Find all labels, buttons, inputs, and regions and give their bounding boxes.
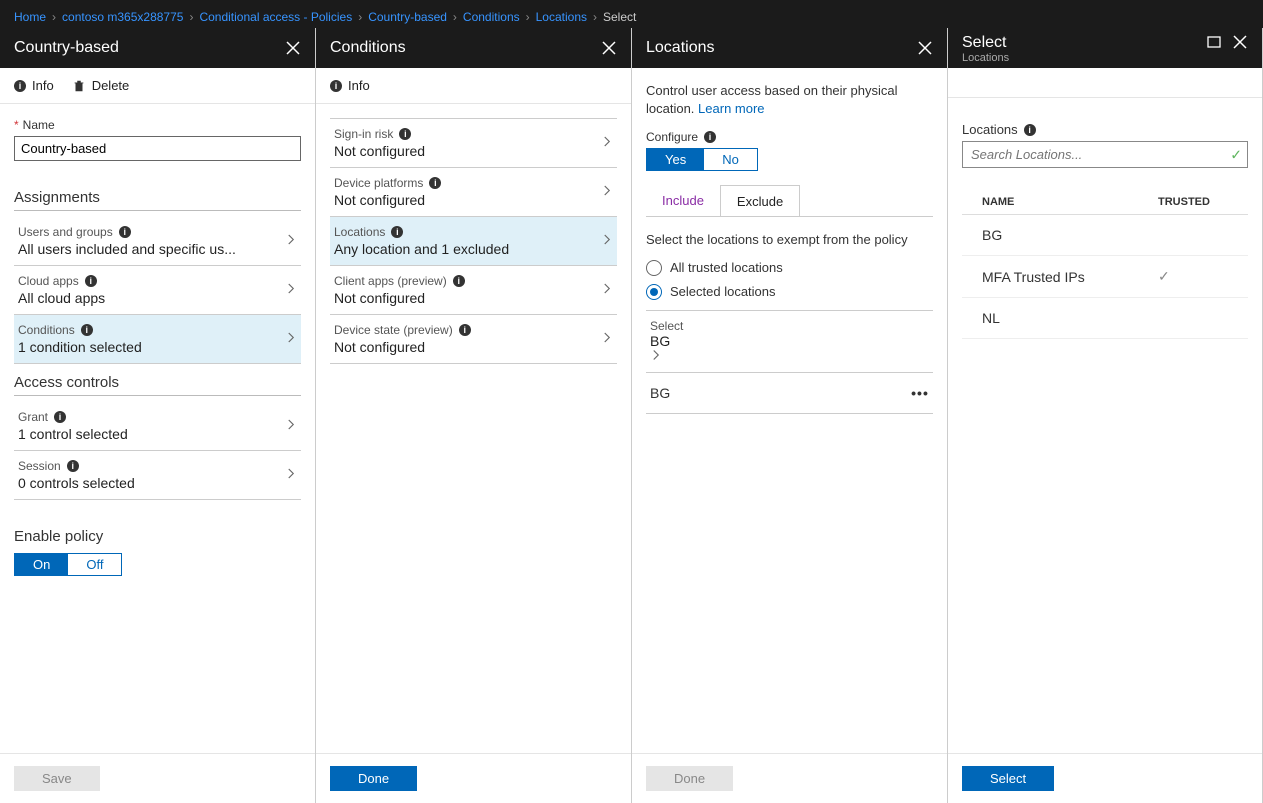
locations-description: Control user access based on their physi… [646, 82, 933, 118]
breadcrumb-link[interactable]: Home [14, 10, 46, 24]
close-icon[interactable] [285, 40, 301, 56]
enable-policy-label: Enable policy [14, 528, 301, 545]
search-locations-input[interactable] [962, 141, 1248, 168]
close-icon[interactable] [1232, 34, 1248, 50]
info-icon: i [429, 177, 441, 189]
selected-location-item: BG ••• [646, 373, 933, 414]
location-row[interactable]: NL [962, 298, 1248, 339]
tab-include[interactable]: Include [646, 185, 720, 217]
row-client-apps[interactable]: Client apps (preview)i Not configured [330, 266, 617, 315]
exclude-instruction: Select the locations to exempt from the … [646, 231, 933, 249]
breadcrumb-link[interactable]: Conditions [463, 10, 520, 24]
chevron-right-icon [601, 136, 613, 151]
row-device-state[interactable]: Device state (preview)i Not configured [330, 315, 617, 364]
row-locations[interactable]: Locationsi Any location and 1 excluded [330, 217, 617, 266]
chevron-right-icon [601, 283, 613, 298]
info-icon: i [14, 80, 26, 92]
chevron-right-icon [285, 419, 297, 434]
learn-more-link[interactable]: Learn more [698, 101, 764, 116]
info-icon: i [67, 460, 79, 472]
chevron-right-icon [601, 332, 613, 347]
info-icon: i [704, 131, 716, 143]
info-icon: i [81, 324, 93, 336]
more-icon[interactable]: ••• [911, 385, 929, 401]
radio-all-trusted[interactable]: All trusted locations [646, 260, 933, 276]
info-icon: i [453, 275, 465, 287]
info-icon: i [1024, 124, 1036, 136]
tab-exclude[interactable]: Exclude [720, 185, 800, 217]
configure-toggle[interactable]: Yes No [646, 148, 758, 171]
info-icon: i [459, 324, 471, 336]
name-input[interactable] [14, 136, 301, 161]
breadcrumb-link[interactable]: Country-based [368, 10, 447, 24]
done-button[interactable]: Done [330, 766, 417, 791]
info-icon: i [399, 128, 411, 140]
breadcrumb-link[interactable]: Conditional access - Policies [199, 10, 352, 24]
select-locations-row[interactable]: Select BG [646, 310, 933, 373]
select-button[interactable]: Select [962, 766, 1054, 791]
maximize-icon[interactable] [1206, 34, 1222, 50]
info-icon: i [330, 80, 342, 92]
configure-label: Configurei [646, 130, 933, 144]
chevron-right-icon [650, 349, 929, 364]
info-icon: i [391, 226, 403, 238]
info-icon: i [85, 275, 97, 287]
blade-title: Select [962, 34, 1196, 52]
toggle-no[interactable]: No [704, 149, 757, 170]
check-icon: ✓ [1230, 146, 1242, 163]
info-icon: i [54, 411, 66, 423]
radio-selected-locations[interactable]: Selected locations [646, 284, 933, 300]
chevron-right-icon [285, 283, 297, 298]
location-row[interactable]: BG [962, 215, 1248, 256]
toggle-yes[interactable]: Yes [647, 149, 704, 170]
info-button[interactable]: i Info [14, 78, 54, 93]
blade-title: Country-based [14, 39, 275, 57]
row-grant[interactable]: Granti 1 control selected [14, 402, 301, 451]
trash-icon [72, 79, 86, 93]
breadcrumb-link[interactable]: Locations [536, 10, 587, 24]
blade-title: Locations [646, 39, 907, 57]
enable-policy-toggle[interactable]: On Off [14, 553, 122, 576]
close-icon[interactable] [917, 40, 933, 56]
location-row[interactable]: MFA Trusted IPs ✓ [962, 256, 1248, 298]
row-session[interactable]: Sessioni 0 controls selected [14, 451, 301, 500]
chevron-right-icon [601, 234, 613, 249]
save-button[interactable]: Save [14, 766, 100, 791]
radio-icon [646, 260, 662, 276]
done-button[interactable]: Done [646, 766, 733, 791]
chevron-right-icon [285, 332, 297, 347]
chevron-right-icon [601, 185, 613, 200]
info-button[interactable]: i Info [330, 78, 370, 93]
name-label: *Name [14, 118, 301, 132]
row-sign-in-risk[interactable]: Sign-in riski Not configured [330, 119, 617, 168]
row-cloud-apps[interactable]: Cloud appsi All cloud apps [14, 266, 301, 315]
info-icon: i [119, 226, 131, 238]
section-access-controls: Access controls [14, 374, 301, 396]
breadcrumb: Home› contoso m365x288775› Conditional a… [0, 6, 1263, 28]
trusted-check-icon: ✓ [1158, 268, 1248, 285]
blade-title: Conditions [330, 39, 591, 57]
locations-table-header: NAME TRUSTED [962, 186, 1248, 215]
breadcrumb-current: Select [603, 10, 636, 24]
section-assignments: Assignments [14, 189, 301, 211]
row-device-platforms[interactable]: Device platformsi Not configured [330, 168, 617, 217]
row-conditions[interactable]: Conditionsi 1 condition selected [14, 315, 301, 364]
blade-subtitle: Locations [962, 52, 1196, 64]
locations-label: Locationsi [962, 122, 1248, 137]
breadcrumb-link[interactable]: contoso m365x288775 [62, 10, 183, 24]
chevron-right-icon [285, 234, 297, 249]
radio-icon [646, 284, 662, 300]
chevron-right-icon [285, 468, 297, 483]
delete-button[interactable]: Delete [72, 78, 130, 93]
row-users-and-groups[interactable]: Users and groupsi All users included and… [14, 217, 301, 266]
close-icon[interactable] [601, 40, 617, 56]
toggle-on[interactable]: On [15, 554, 68, 575]
toggle-off[interactable]: Off [68, 554, 121, 575]
